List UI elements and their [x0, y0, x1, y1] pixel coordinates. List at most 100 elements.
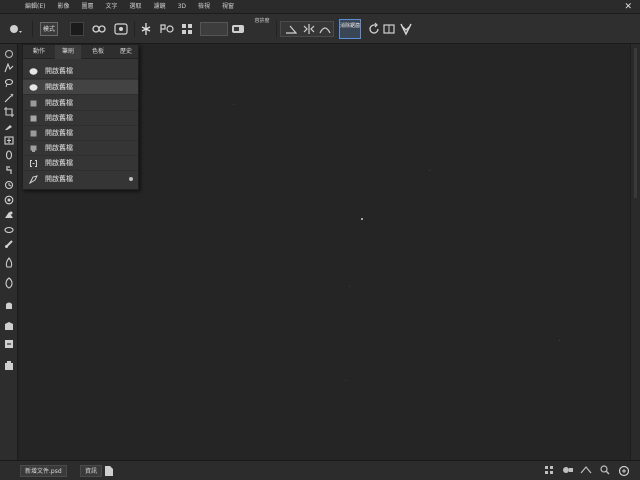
- tool-preset-icon[interactable]: [6, 21, 26, 37]
- square-icon: [30, 100, 37, 107]
- status-bar: 新增文件.psd 資訊: [0, 460, 640, 480]
- current-state-dot: [129, 177, 133, 181]
- value-field[interactable]: [200, 22, 228, 36]
- history-row[interactable]: 開啟舊檔: [23, 172, 138, 187]
- history-row[interactable]: 開啟舊檔: [23, 111, 138, 126]
- canvas-speck: [559, 340, 560, 341]
- history-row[interactable]: 開啟舊檔: [23, 141, 138, 156]
- blur-icon[interactable]: [3, 224, 15, 236]
- options-bar: 模式 容許度 消除鋸齒: [0, 14, 640, 44]
- history-row-label: 開啟舊檔: [45, 67, 73, 75]
- history-row[interactable]: 開啟舊檔: [23, 80, 138, 95]
- eyedropper-icon[interactable]: [3, 120, 15, 132]
- menu-item[interactable]: 檢視: [192, 0, 216, 14]
- history-row-label: 開啟舊檔: [45, 99, 73, 107]
- pressure-icon[interactable]: [158, 21, 176, 37]
- shape-icon[interactable]: [3, 320, 15, 332]
- align-icon[interactable]: [382, 21, 396, 37]
- panel-tab[interactable]: 色板: [85, 45, 111, 59]
- lasso-icon[interactable]: [3, 77, 15, 89]
- scroll-thumb[interactable]: [634, 48, 637, 198]
- angle-icon[interactable]: [284, 21, 298, 37]
- anti-alias-toggle[interactable]: 消除鋸齒: [339, 19, 361, 39]
- tools-panel: [0, 44, 18, 460]
- path-select-icon[interactable]: [3, 299, 15, 311]
- square-icon: [30, 145, 37, 152]
- bracket-icon: [30, 160, 37, 167]
- history-panel: 動作 筆刷 色板 歷史 開啟舊檔 開啟舊檔 開啟舊檔 開啟舊檔 開啟舊檔 開啟舊…: [22, 44, 139, 190]
- check-shield-icon[interactable]: [398, 21, 414, 37]
- eraser-icon[interactable]: [3, 194, 15, 206]
- type-icon[interactable]: [3, 277, 15, 289]
- history-row[interactable]: 開啟舊檔: [23, 64, 138, 79]
- divider: [32, 21, 33, 37]
- square-icon: [30, 115, 37, 122]
- divider: [276, 21, 277, 37]
- grid-icon[interactable]: [544, 465, 554, 477]
- menu-item[interactable]: 濾鏡: [148, 0, 172, 14]
- settings-icon[interactable]: [112, 21, 130, 37]
- menu-item[interactable]: 文字: [100, 0, 124, 14]
- crop-icon[interactable]: [3, 106, 15, 118]
- canvas-speck: [233, 104, 234, 105]
- hand-icon[interactable]: [562, 465, 574, 477]
- panel-tab[interactable]: 歷史: [115, 45, 137, 59]
- history-row-label: 開啟舊檔: [45, 83, 73, 91]
- canvas-speck: [349, 286, 350, 287]
- zoom-icon[interactable]: [3, 360, 15, 372]
- close-icon[interactable]: ✕: [624, 0, 632, 14]
- menu-item[interactable]: 選取: [124, 0, 148, 14]
- square-icon: [30, 130, 37, 137]
- panel-tabs: 動作 筆刷 色板 歷史: [23, 45, 138, 59]
- document-tab[interactable]: 新增文件.psd: [20, 465, 67, 477]
- brush-icon: [29, 175, 38, 184]
- hand-icon[interactable]: [3, 338, 15, 350]
- history-row-label: 開啟舊檔: [45, 114, 73, 122]
- history-row[interactable]: 開啟舊檔: [23, 96, 138, 111]
- move-icon[interactable]: [3, 48, 15, 60]
- menu-item[interactable]: 圖層: [76, 0, 100, 14]
- color-swatch[interactable]: [70, 22, 84, 36]
- document-icon[interactable]: [104, 465, 114, 477]
- menu-bar: 編輯(E) 影像 圖層 文字 選取 濾鏡 3D 檢視 視窗 ✕: [0, 0, 640, 14]
- link-icon[interactable]: [90, 21, 108, 37]
- airbrush-icon[interactable]: [138, 21, 154, 37]
- brush-icon[interactable]: [3, 149, 15, 161]
- dodge-icon[interactable]: [3, 238, 15, 250]
- magic-wand-icon[interactable]: [3, 92, 15, 104]
- menu-item[interactable]: 視窗: [216, 0, 240, 14]
- gradient-icon[interactable]: [3, 209, 15, 221]
- menu-item[interactable]: 影像: [51, 0, 75, 14]
- tolerance-label: 容許度: [254, 18, 270, 24]
- pen-icon[interactable]: [3, 257, 15, 269]
- menu-item[interactable]: 編輯(E): [0, 0, 51, 14]
- circle-icon: [29, 84, 38, 91]
- history-row[interactable]: 開啟舊檔: [23, 126, 138, 141]
- menu-item[interactable]: 3D: [172, 0, 192, 14]
- symmetry-icon[interactable]: [302, 21, 316, 37]
- history-row-label: 開啟舊檔: [45, 175, 73, 183]
- panel-tab[interactable]: 筆刷: [55, 45, 81, 59]
- refresh-icon[interactable]: [366, 21, 382, 37]
- rotate-icon[interactable]: [580, 465, 592, 477]
- canvas-speck: [345, 380, 346, 381]
- mode-button[interactable]: 模式: [40, 22, 59, 36]
- settings-icon[interactable]: [618, 465, 630, 477]
- grid-icon[interactable]: [180, 21, 194, 37]
- vertical-scrollbar[interactable]: [630, 44, 640, 460]
- history-row[interactable]: 開啟舊檔: [23, 156, 138, 171]
- history-brush-icon[interactable]: [3, 179, 15, 191]
- info-tab[interactable]: 資訊: [80, 465, 103, 477]
- dropdown-icon[interactable]: [230, 21, 246, 37]
- zoom-icon[interactable]: [600, 465, 610, 477]
- cursor-dot: [361, 218, 363, 220]
- clone-stamp-icon[interactable]: [3, 164, 15, 176]
- history-row-label: 開啟舊檔: [45, 144, 73, 152]
- history-row-label: 開啟舊檔: [45, 159, 73, 167]
- stroke-icon[interactable]: [318, 21, 332, 37]
- panel-tab[interactable]: 動作: [27, 45, 51, 59]
- circle-icon: [29, 68, 38, 75]
- healing-icon[interactable]: [3, 134, 15, 146]
- marquee-icon[interactable]: [3, 62, 15, 74]
- canvas-speck: [429, 170, 430, 171]
